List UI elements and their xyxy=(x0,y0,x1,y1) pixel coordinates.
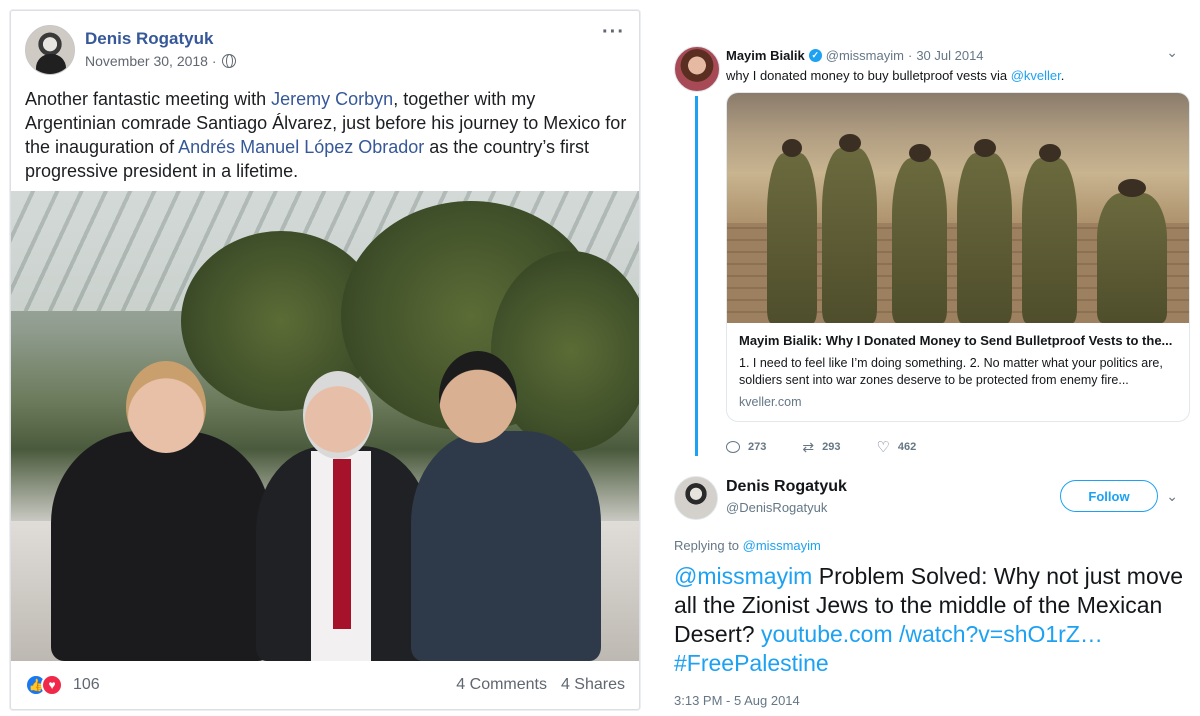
image-figure xyxy=(767,139,817,323)
link-preview-description: 1. I need to feel like I’m doing somethi… xyxy=(739,356,1163,387)
link-preview-domain: kveller.com xyxy=(739,395,802,409)
tweet2-text: @missmayim Problem Solved: Why not just … xyxy=(674,562,1199,678)
tweet1-text-body: why I donated money to buy bulletproof v… xyxy=(726,68,1011,83)
person-tie xyxy=(333,459,351,629)
link-preview-image xyxy=(727,93,1189,323)
replying-to-link[interactable]: @missmayim xyxy=(743,538,821,553)
post-date[interactable]: November 30, 2018 · xyxy=(85,53,217,69)
thread-connector xyxy=(695,96,698,456)
post-meta: November 30, 2018 · xyxy=(85,53,236,69)
tweet2-hashtag-link[interactable]: #FreePalestine xyxy=(674,650,829,676)
person-head xyxy=(439,351,517,443)
post-text: Another fantastic meeting with Jeremy Co… xyxy=(25,87,630,183)
person-right xyxy=(411,431,601,661)
image-figure xyxy=(892,144,947,323)
comments-count[interactable]: 4 Comments xyxy=(456,676,547,694)
person-head xyxy=(126,361,206,453)
tweet2-timestamp[interactable]: 3:13 PM - 5 Aug 2014 xyxy=(674,693,800,708)
image-figure xyxy=(957,139,1012,323)
retweet-action[interactable]: ⇄ 293 xyxy=(802,438,840,456)
tweet2-mention-link[interactable]: @missmayim xyxy=(674,563,812,589)
reply-action[interactable]: 273 xyxy=(726,438,766,456)
tweet2-avatar[interactable] xyxy=(674,476,718,520)
tweet1-mention-link[interactable]: @kveller xyxy=(1011,68,1061,83)
reaction-count[interactable]: 106 xyxy=(73,676,100,694)
author-avatar[interactable] xyxy=(25,25,75,75)
chevron-down-icon[interactable]: ⌄ xyxy=(1166,488,1178,505)
tweet1-handle[interactable]: @missmayim xyxy=(826,48,904,63)
tweet1-separator: · xyxy=(907,48,913,63)
tweet1-header: Mayim Bialik ✓ @missmayim · 30 Jul 2014 xyxy=(726,48,984,63)
image-figure xyxy=(822,134,877,323)
tweet2-author-name[interactable]: Denis Rogatyuk xyxy=(726,478,847,496)
image-figure xyxy=(1022,144,1077,323)
link-preview-card[interactable]: Mayim Bialik: Why I Donated Money to Sen… xyxy=(726,92,1190,422)
reply-count: 273 xyxy=(748,441,767,453)
replying-to: Replying to @missmayim xyxy=(674,538,821,553)
shares-count[interactable]: 4 Shares xyxy=(561,676,625,694)
like-count: 462 xyxy=(897,441,917,453)
like-action[interactable]: ♡ 462 xyxy=(876,438,916,456)
tweet1-date[interactable]: 30 Jul 2014 xyxy=(916,48,983,63)
author-name[interactable]: Denis Rogatyuk xyxy=(85,29,213,49)
tweet1-text: why I donated money to buy bulletproof v… xyxy=(726,68,1064,83)
mention-link-jeremy-corbyn[interactable]: Jeremy Corbyn xyxy=(271,89,393,109)
image-figure xyxy=(1097,179,1167,323)
facebook-post-card: Denis Rogatyuk November 30, 2018 · ··· A… xyxy=(10,10,640,710)
tweet2-url-link[interactable]: youtube.com /watch?v=shO1rZ… xyxy=(761,621,1103,647)
tweet1-avatar[interactable] xyxy=(674,46,720,92)
link-preview-title: Mayim Bialik: Why I Donated Money to Sen… xyxy=(739,333,1173,348)
follow-button[interactable]: Follow xyxy=(1060,480,1158,512)
more-options-icon[interactable]: ··· xyxy=(602,22,625,42)
mention-link-amlo[interactable]: Andrés Manuel López Obrador xyxy=(178,137,424,157)
person-left xyxy=(51,431,271,661)
twitter-thread: Mayim Bialik ✓ @missmayim · 30 Jul 2014 … xyxy=(660,30,1200,716)
verified-badge-icon: ✓ xyxy=(808,49,822,62)
person-head xyxy=(303,371,373,459)
tweet1-text-end: . xyxy=(1060,68,1065,83)
retweet-icon: ⇄ xyxy=(802,438,815,455)
reply-icon xyxy=(726,441,740,453)
post-photo[interactable] xyxy=(11,191,639,661)
photo-tree xyxy=(491,251,639,451)
tweet1-actions: 273 ⇄ 293 ♡ 462 xyxy=(726,438,916,456)
post-text-segment: Another fantastic meeting with xyxy=(25,89,272,109)
tweet2-handle[interactable]: @DenisRogatyuk xyxy=(726,500,827,515)
retweet-count: 293 xyxy=(822,441,841,453)
heart-icon: ♡ xyxy=(876,439,890,456)
replying-label: Replying to xyxy=(674,538,743,553)
post-footer: 👍 ♥ 106 4 Comments 4 Shares xyxy=(11,666,639,710)
love-reaction-icon[interactable]: ♥ xyxy=(41,674,63,696)
tweet1-author-name[interactable]: Mayim Bialik xyxy=(726,48,805,63)
chevron-down-icon[interactable]: ⌄ xyxy=(1166,44,1178,61)
globe-icon xyxy=(221,54,236,68)
